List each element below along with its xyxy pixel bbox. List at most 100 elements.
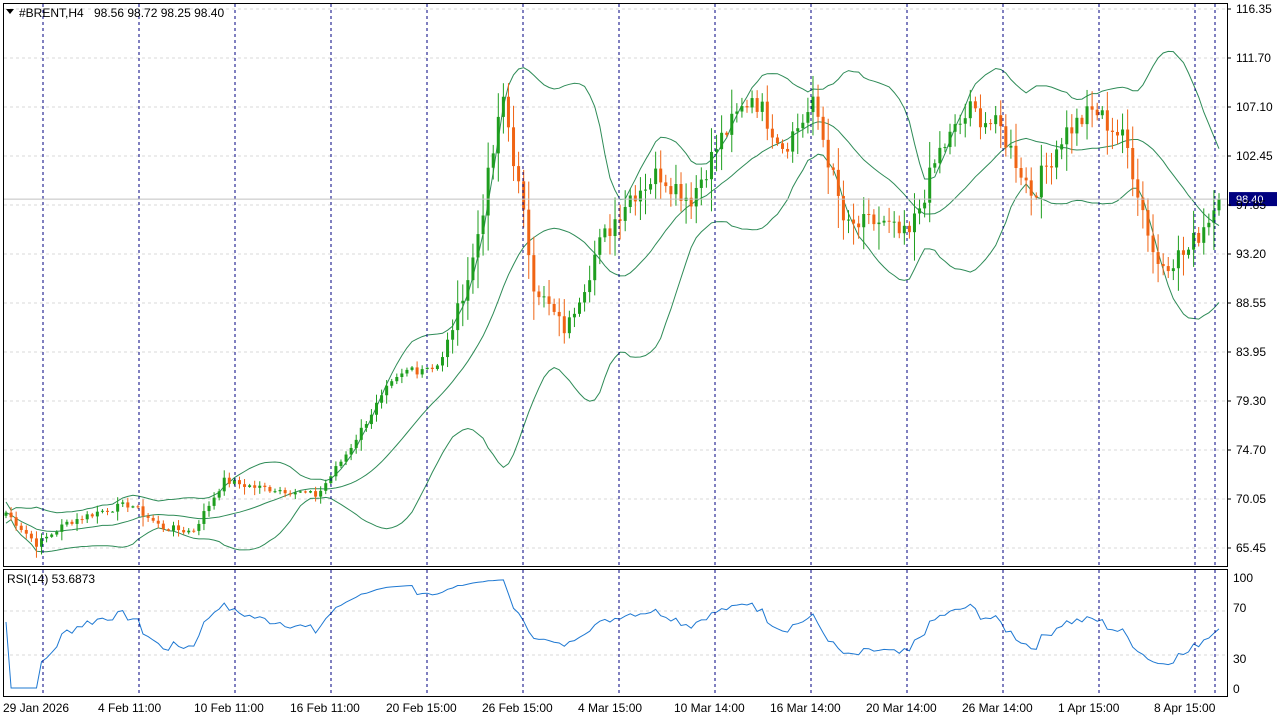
candle-body [131,506,135,508]
candle-body [197,523,201,531]
candle-body [664,182,668,187]
candle-body [907,225,911,233]
candle-body [679,184,683,201]
candle-body [786,148,790,152]
candle-body [171,525,175,531]
candle-body [872,214,876,225]
candle-body [994,115,998,125]
candle-body [912,213,916,233]
candle-body [1090,106,1094,110]
candle-body [958,123,962,125]
candle-body [867,214,871,216]
candle-body [14,517,18,526]
candle-body [1131,148,1135,180]
candle-body [826,139,830,168]
candle-body [1009,145,1013,148]
candle-body [303,491,307,493]
candle-body [1151,235,1155,253]
candle-body [1024,177,1028,181]
candle-body [166,529,170,531]
price-label: 70.05 [1236,492,1266,506]
symbol-timeframe[interactable]: #BRENT,H4 [19,6,84,20]
candle-body [1095,109,1099,116]
candle-body [263,485,267,488]
candle-body [537,291,541,298]
time-label: 29 Jan 2026 [3,701,69,715]
rsi-axis[interactable]: 100 70 30 0 [1233,571,1253,696]
candle-body [887,220,891,222]
candle-body [65,521,69,525]
candle-body [796,128,800,132]
trading-chart-window[interactable]: 98.40 #BRENT,H4 98.56 98.72 98.25 98.40 … [0,0,1280,720]
candle-body [760,101,764,112]
candle-body [496,116,500,154]
candle-body [841,195,845,221]
rsi-label: 0 [1233,682,1240,696]
candle-body [1044,165,1048,167]
candle-body [567,317,571,334]
candle-body [1156,252,1160,264]
candle-body [395,376,399,382]
candle-body [593,254,597,281]
candle-body [1136,179,1140,198]
price-label: 102.45 [1236,149,1273,163]
candle-body [1187,249,1191,255]
candle-body [34,538,38,547]
time-label: 8 Apr 15:00 [1154,701,1216,715]
candle-body [1146,210,1150,236]
rsi-panel[interactable] [3,569,1228,697]
price-label: 97.85 [1236,198,1266,212]
candle-body [446,339,450,358]
candle-body [415,367,419,375]
candle-body [192,530,196,532]
candle-body [1014,145,1018,169]
price-label: 111.70 [1236,51,1271,65]
candle-body [9,512,13,518]
candle-body [1181,250,1185,255]
candle-body [1110,130,1114,132]
candle-body [1055,149,1059,168]
candle-body [978,108,982,128]
candle-body [1105,110,1109,131]
candle-body [100,510,104,512]
candle-body [973,101,977,109]
candle-body [390,381,394,386]
price-chart-svg[interactable]: 98.40 #BRENT,H4 98.56 98.72 98.25 98.40 … [0,0,1280,720]
candle-body [506,96,510,128]
candle-body [425,367,429,370]
candle-body [1060,144,1064,150]
candle-body [989,123,993,125]
candle-body [720,132,724,150]
candle-body [638,190,642,202]
candle-body [801,122,805,129]
candle-body [831,167,835,170]
candle-body [694,187,698,207]
candle-body [451,330,455,340]
candle-body [562,316,566,334]
candle-body [501,96,505,117]
candle-body [1029,180,1033,196]
candle-body [857,223,861,228]
candle-body [1176,250,1180,269]
candle-body [852,219,856,224]
time-label: 10 Mar 14:00 [674,701,745,715]
candle-body [643,189,647,191]
candle-body [1070,127,1074,134]
candle-body [557,311,561,317]
candle-body [374,402,378,415]
candle-body [608,228,612,237]
time-label: 26 Feb 15:00 [482,701,553,715]
candle-body [309,491,313,493]
candle-body [491,153,495,168]
candle-body [212,497,216,506]
candle-body [704,179,708,181]
candle-body [1197,232,1201,243]
candle-body [400,373,404,377]
candle-body [177,525,181,531]
price-axis[interactable]: 116.35 111.70 107.10 102.45 97.85 93.20 … [1227,2,1273,555]
candle-body [435,365,439,369]
candle-body [70,521,74,524]
time-label: 20 Mar 14:00 [866,701,937,715]
time-axis[interactable]: 29 Jan 2026 4 Feb 11:00 10 Feb 11:00 16 … [3,701,1216,715]
main-price-panel[interactable] [3,3,1228,567]
